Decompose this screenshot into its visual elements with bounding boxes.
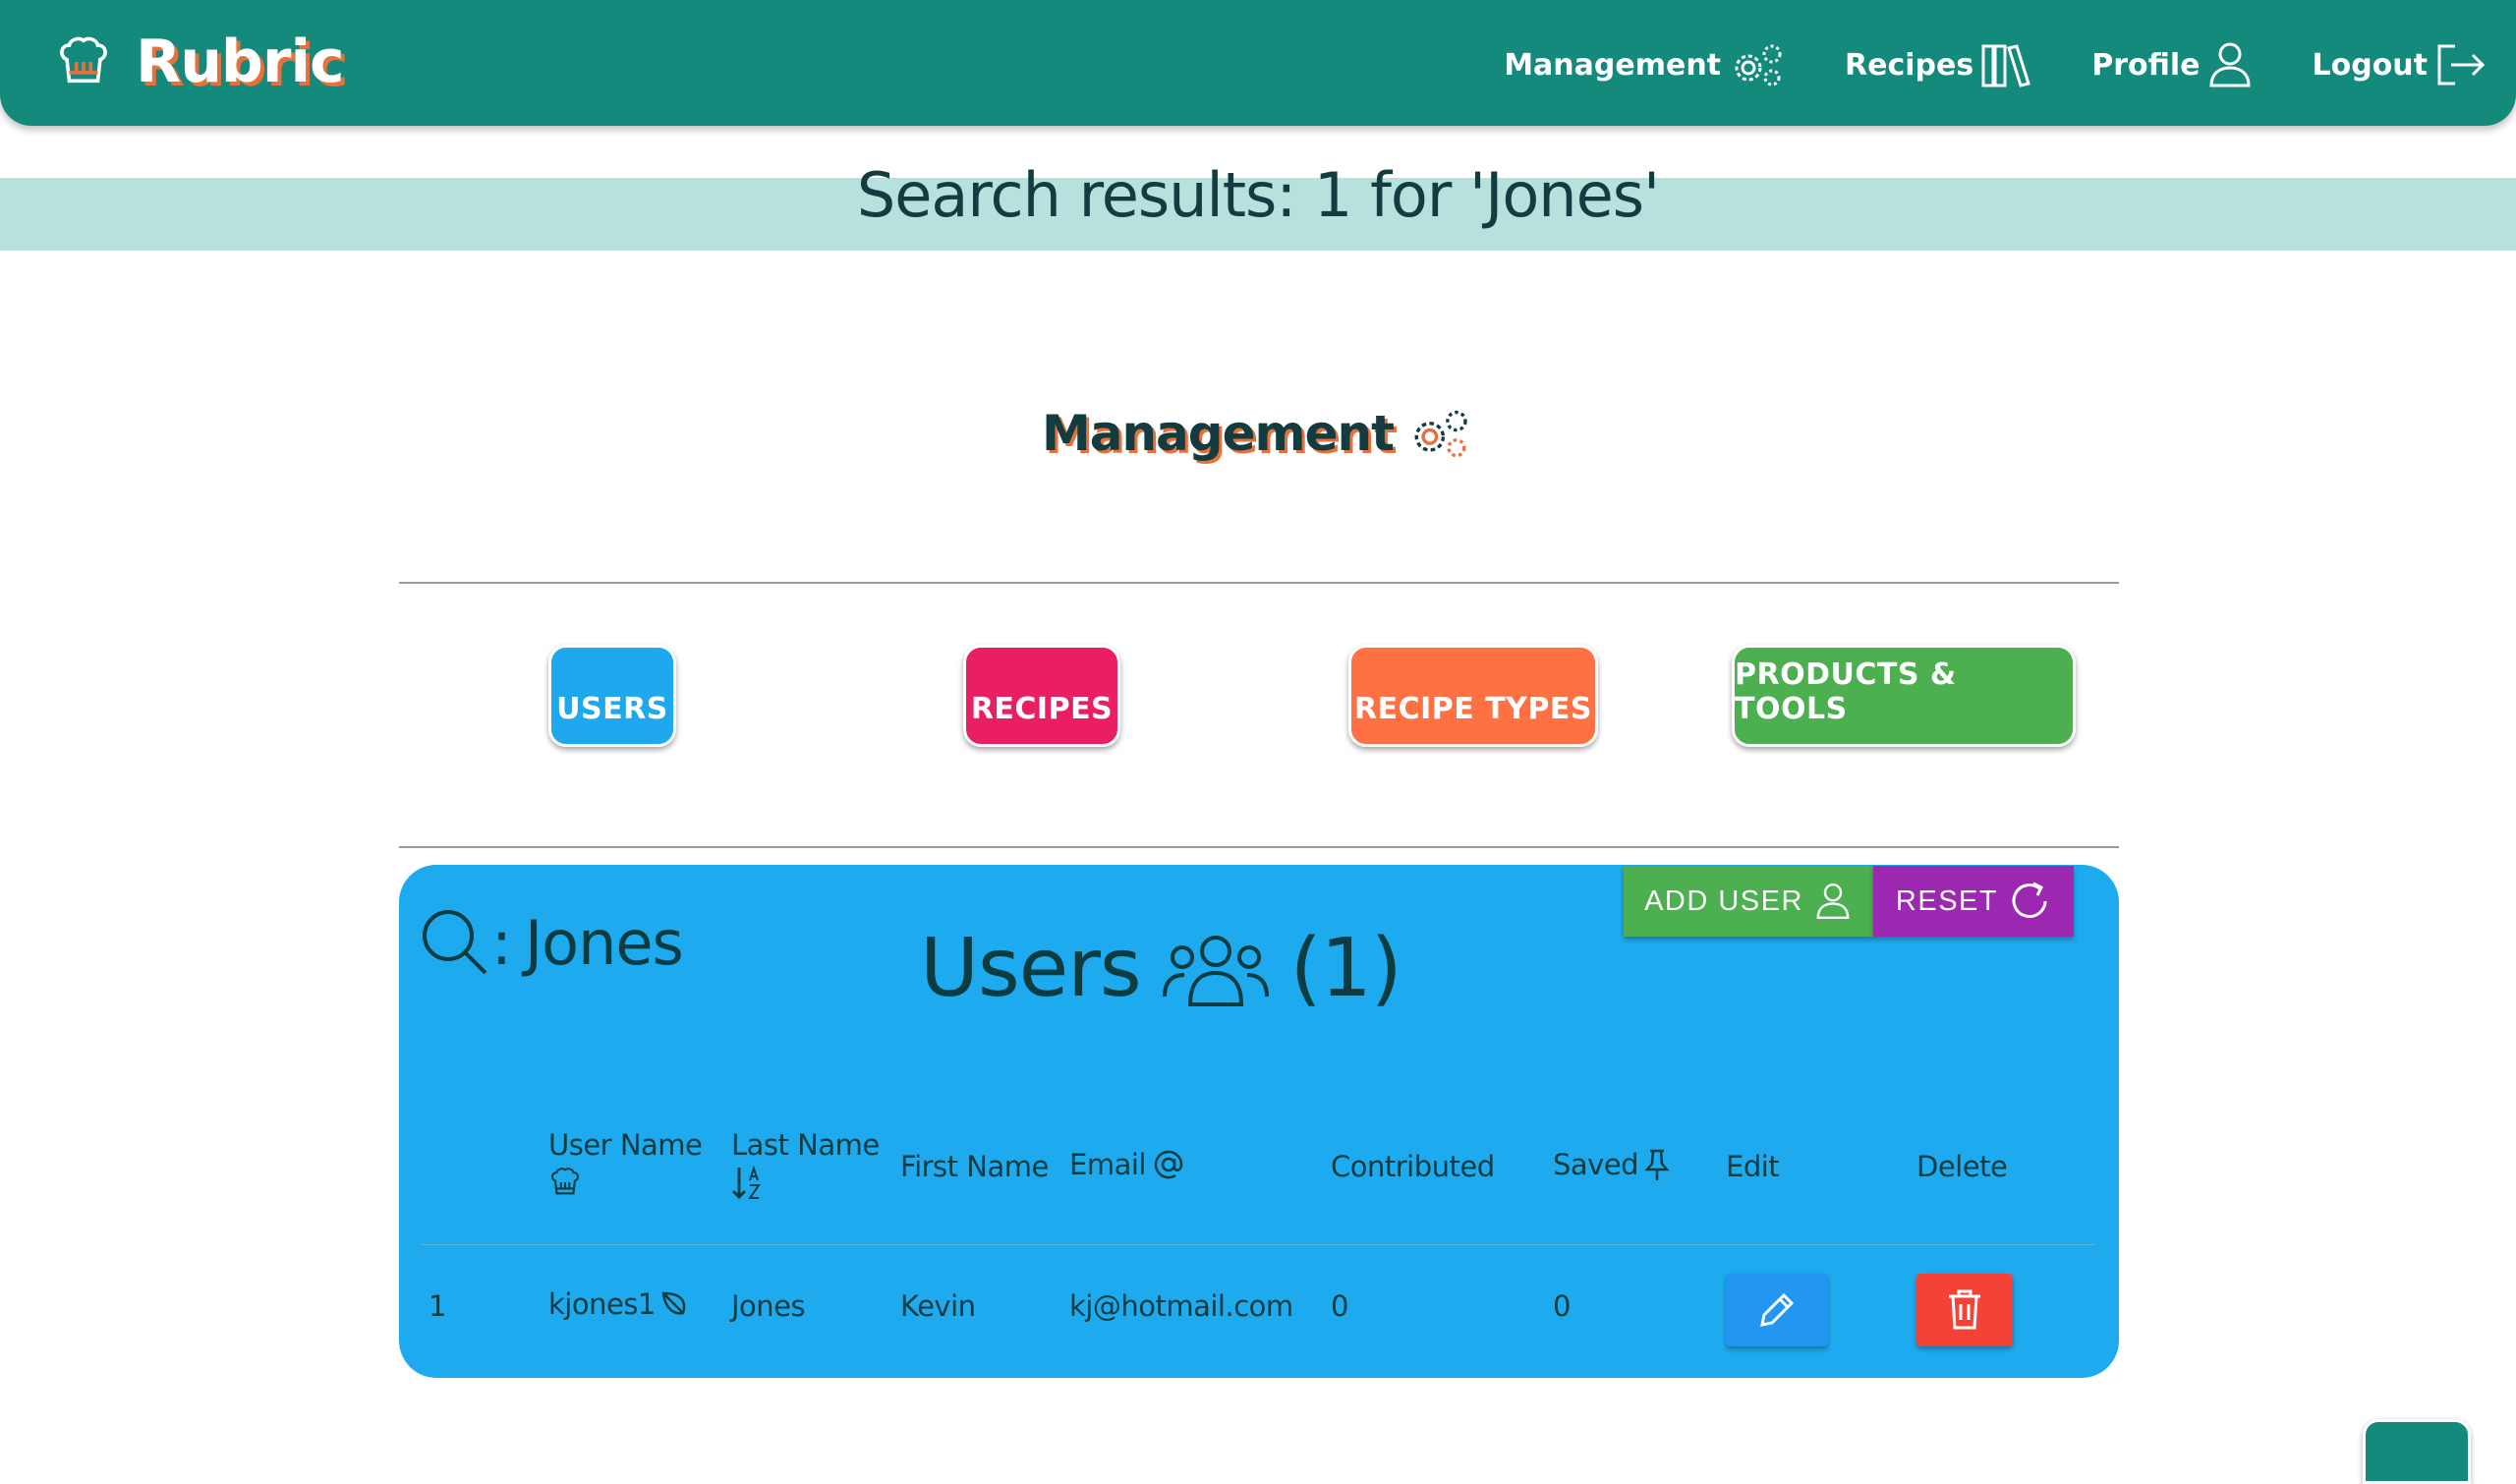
products-tools-category-button[interactable]: PRODUCTS & TOOLS	[1732, 645, 2076, 747]
row-last-name: Jones	[731, 1289, 806, 1323]
col-header-saved[interactable]: Saved	[1553, 1148, 1672, 1181]
sort-alpha-down-icon	[731, 1165, 761, 1200]
add-user-label: ADD USER	[1644, 885, 1803, 917]
divider-bottom	[399, 846, 2119, 848]
row-index: 1	[429, 1289, 446, 1323]
person-icon	[1816, 884, 1850, 919]
nav-recipes[interactable]: Recipes	[1845, 40, 2034, 89]
add-user-button[interactable]: ADD USER	[1624, 866, 1873, 937]
col-header-saved-label: Saved	[1553, 1148, 1639, 1181]
chef-hat-icon	[60, 36, 107, 84]
col-header-last-name[interactable]: Last Name	[731, 1128, 880, 1208]
col-header-email[interactable]: Email	[1069, 1148, 1185, 1181]
logout-icon	[2437, 44, 2486, 86]
refresh-icon	[2012, 882, 2047, 918]
row-user-name[interactable]: kjones1	[548, 1287, 689, 1321]
search-term-value: Jones	[524, 906, 684, 979]
pencil-icon	[1760, 1292, 1795, 1327]
row-user-name-value: kjones1	[548, 1287, 656, 1321]
col-header-user-name-label: User Name	[548, 1128, 703, 1162]
col-header-last-name-label: Last Name	[731, 1128, 880, 1162]
pin-icon	[1644, 1149, 1670, 1180]
search-icon	[423, 910, 487, 975]
management-title: Management	[1041, 405, 1395, 462]
gears-icon	[1735, 44, 1782, 86]
reset-label: RESET	[1895, 885, 1999, 917]
nav-profile[interactable]: Profile	[2091, 40, 2255, 89]
management-heading: Management	[0, 405, 2516, 462]
row-saved: 0	[1553, 1289, 1571, 1323]
delete-user-button[interactable]	[1916, 1274, 2013, 1346]
nav-logout-label: Logout	[2312, 47, 2428, 83]
users-title: Users	[920, 922, 1142, 1015]
col-header-first-name[interactable]: First Name	[900, 1150, 1049, 1183]
recipes-category-label: RECIPES	[970, 692, 1114, 726]
products-tools-category-label: PRODUCTS & TOOLS	[1735, 657, 1957, 726]
nav-logout[interactable]: Logout	[2312, 40, 2488, 89]
books-icon	[1981, 44, 2031, 87]
nav-management[interactable]: Management	[1504, 40, 1788, 89]
col-header-user-name[interactable]: User Name	[548, 1128, 703, 1206]
leaf-icon	[661, 1291, 686, 1315]
col-header-delete: Delete	[1916, 1150, 2008, 1183]
recipe-types-category-button[interactable]: RECIPE TYPES	[1348, 645, 1598, 747]
edit-user-button[interactable]	[1726, 1274, 1828, 1346]
users-count: (1)	[1289, 922, 1402, 1015]
reset-button[interactable]: RESET	[1873, 866, 2074, 937]
users-panel-title: Users (1)	[920, 922, 1402, 1015]
users-category-label: USERS	[556, 692, 668, 726]
row-email: kj@hotmail.com	[1069, 1289, 1293, 1323]
recipe-types-category-label: RECIPE TYPES	[1354, 692, 1592, 726]
nav-management-label: Management	[1504, 47, 1722, 83]
users-group-icon	[1162, 935, 1269, 1006]
nav-recipes-label: Recipes	[1845, 47, 1974, 83]
table-header-divider	[421, 1244, 2095, 1245]
col-header-contributed[interactable]: Contributed	[1331, 1150, 1495, 1183]
brand[interactable]: Rubric	[55, 28, 345, 96]
search-term: : Jones	[419, 906, 684, 979]
search-prefix: :	[491, 906, 512, 979]
brand-name: Rubric	[136, 28, 345, 96]
divider-top	[399, 582, 2119, 584]
scroll-to-top-button[interactable]	[2363, 1419, 2471, 1484]
chef-hat-icon	[551, 1168, 579, 1195]
col-header-edit: Edit	[1726, 1150, 1780, 1183]
trash-icon	[1949, 1289, 1980, 1330]
at-sign-icon	[1154, 1150, 1183, 1179]
row-contributed: 0	[1331, 1289, 1348, 1323]
gears-icon	[1414, 410, 1467, 458]
row-first-name: Kevin	[900, 1289, 976, 1323]
users-category-button[interactable]: USERS	[548, 645, 676, 747]
nav-profile-label: Profile	[2091, 47, 2201, 83]
person-icon	[2209, 42, 2251, 87]
nav-links: Management Recipes Profile Logout	[1447, 35, 2488, 94]
search-results-text: Search results: 1 for 'Jones'	[856, 159, 1660, 231]
recipes-category-button[interactable]: RECIPES	[963, 645, 1120, 747]
navbar: Rubric Management Recipes Profile Logout	[0, 0, 2516, 126]
col-header-email-label: Email	[1069, 1148, 1146, 1181]
